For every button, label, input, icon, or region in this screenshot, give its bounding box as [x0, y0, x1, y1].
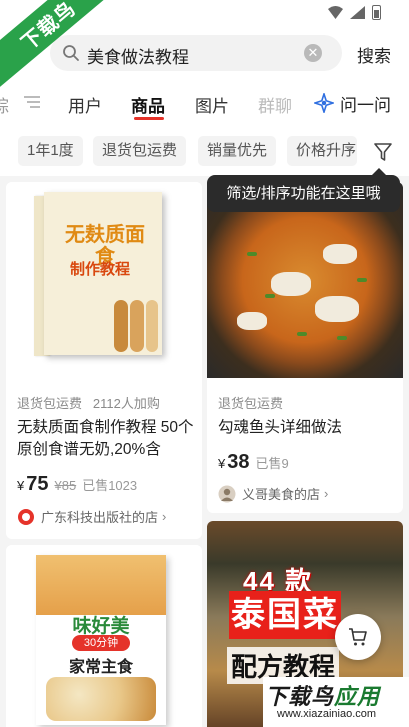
watermark-brand-b: 应用 [334, 684, 381, 709]
wifi-icon [328, 6, 343, 19]
product-tagline: 退货包运费 2112人加购 [17, 393, 160, 412]
search-icon [63, 45, 79, 61]
sold-count: 已售1023 [82, 478, 138, 493]
chevron-right-icon: › [162, 509, 167, 524]
ask-label: 问一问 [340, 95, 391, 115]
tab-images[interactable]: 图片 [195, 92, 229, 117]
currency: ¥ [17, 478, 25, 493]
product-image: 味好美 30分钟 家常主食 [6, 545, 202, 727]
app-screen: 下载鸟 美食做法教程 ✕ 搜索 综 用户 商品 图片 群聊 问一问 1年1度 退… [0, 0, 409, 727]
chip-annual[interactable]: 1年1度 [18, 136, 83, 166]
book-cover-title: 味好美 [72, 616, 130, 637]
tag-free-return: 退货包运费 [17, 396, 83, 411]
shop-name: 义哥美食的店 [242, 487, 321, 502]
ask-button[interactable]: 问一问 [314, 90, 391, 116]
watermark-brand: 下载鸟应用 [265, 679, 380, 711]
book-cover-badge: 30分钟 [72, 635, 130, 651]
tabs-row: 综 用户 商品 图片 群聊 问一问 [0, 78, 409, 126]
book-cover-subtitle: 制作教程 [70, 261, 131, 278]
cart-button[interactable] [335, 614, 381, 660]
product-card[interactable]: 无麸质面食 制作教程 退货包运费 2112人加购 无麸质面食制作教程 50个原创… [6, 182, 202, 539]
herb [297, 332, 307, 336]
bread-illustration [130, 300, 144, 352]
fish-slice [323, 244, 357, 264]
book-cover: 无麸质面食 制作教程 [44, 192, 162, 355]
book-cover-subtitle: 家常主食 [68, 659, 133, 676]
cover-title: 泰国菜 [229, 591, 341, 639]
fish-slice [237, 312, 267, 330]
watermark-url: www.xiazainiao.com [277, 708, 377, 720]
filter-tooltip: 筛选/排序功能在这里哦 [207, 168, 400, 212]
sparkle-icon [314, 93, 334, 113]
herb [265, 294, 275, 298]
herb [337, 336, 347, 340]
bread-illustration [114, 300, 128, 352]
filter-icon[interactable] [373, 142, 393, 162]
food-photo [46, 677, 156, 721]
search-row: 美食做法教程 ✕ 搜索 [0, 28, 409, 78]
chip-free-return[interactable]: 退货包运费 [93, 136, 187, 166]
bread-illustration [146, 300, 158, 352]
product-image: 无麸质面食 制作教程 [6, 182, 202, 377]
avatar [218, 485, 236, 502]
tab-partial-label: 综 [0, 97, 9, 116]
shop-logo-icon [18, 508, 34, 525]
chip-sales-first[interactable]: 销量优先 [198, 136, 277, 166]
product-title: 无麸质面食制作教程 50个原创食谱无奶,20%含 [17, 419, 194, 458]
herb [247, 252, 257, 256]
original-price: ¥85 [54, 478, 77, 493]
signal-icon [350, 6, 365, 19]
active-tab-indicator [134, 117, 164, 120]
shop-name: 广东科技出版社的店 [41, 510, 159, 525]
tab-groups[interactable]: 群聊 [258, 92, 294, 117]
herb [357, 278, 367, 282]
product-title: 勾魂鱼头详细做法 [218, 419, 343, 436]
product-tagline: 退货包运费 [218, 396, 284, 411]
price-row: ¥ 38 已售9 [218, 451, 289, 474]
clear-icon[interactable]: ✕ [304, 44, 322, 62]
price: 38 [227, 451, 250, 473]
watermark-brand-a: 下载鸟 [265, 684, 335, 709]
shop-link[interactable]: 广东科技出版社的店 › [17, 507, 166, 526]
product-card[interactable]: 退货包运费 勾魂鱼头详细做法 ¥ 38 已售9 义哥美食的店 › [207, 182, 403, 513]
tag-added-to-cart: 2112人加购 [92, 396, 160, 411]
book-cover: 味好美 30分钟 家常主食 [36, 555, 166, 725]
search-button[interactable]: 搜索 [357, 42, 391, 67]
sold-count: 已售9 [255, 456, 289, 471]
sort-lines-icon [24, 96, 40, 108]
price: 75 [26, 473, 49, 495]
site-watermark: 下载鸟应用 www.xiazainiao.com [263, 677, 409, 727]
filter-chips: 1年1度 退货包运费 销量优先 价格升序 [0, 126, 409, 176]
tab-users[interactable]: 用户 [68, 92, 102, 117]
search-input[interactable]: 美食做法教程 ✕ [50, 35, 342, 71]
product-card[interactable]: 味好美 30分钟 家常主食 [6, 545, 202, 727]
book-cover-photo [36, 555, 166, 615]
fish-slice [315, 296, 359, 322]
status-icons [328, 5, 381, 20]
currency: ¥ [218, 456, 226, 471]
tab-products[interactable]: 商品 [131, 92, 165, 117]
search-query: 美食做法教程 [87, 48, 189, 67]
battery-icon [372, 5, 381, 20]
fish-slice [271, 272, 311, 296]
cart-icon [349, 628, 367, 646]
chevron-right-icon: › [324, 486, 329, 501]
shop-link[interactable]: 义哥美食的店 › [218, 484, 328, 503]
price-row: ¥ 75 ¥85 已售1023 [17, 473, 137, 496]
chip-price-asc[interactable]: 价格升序 [287, 136, 357, 166]
